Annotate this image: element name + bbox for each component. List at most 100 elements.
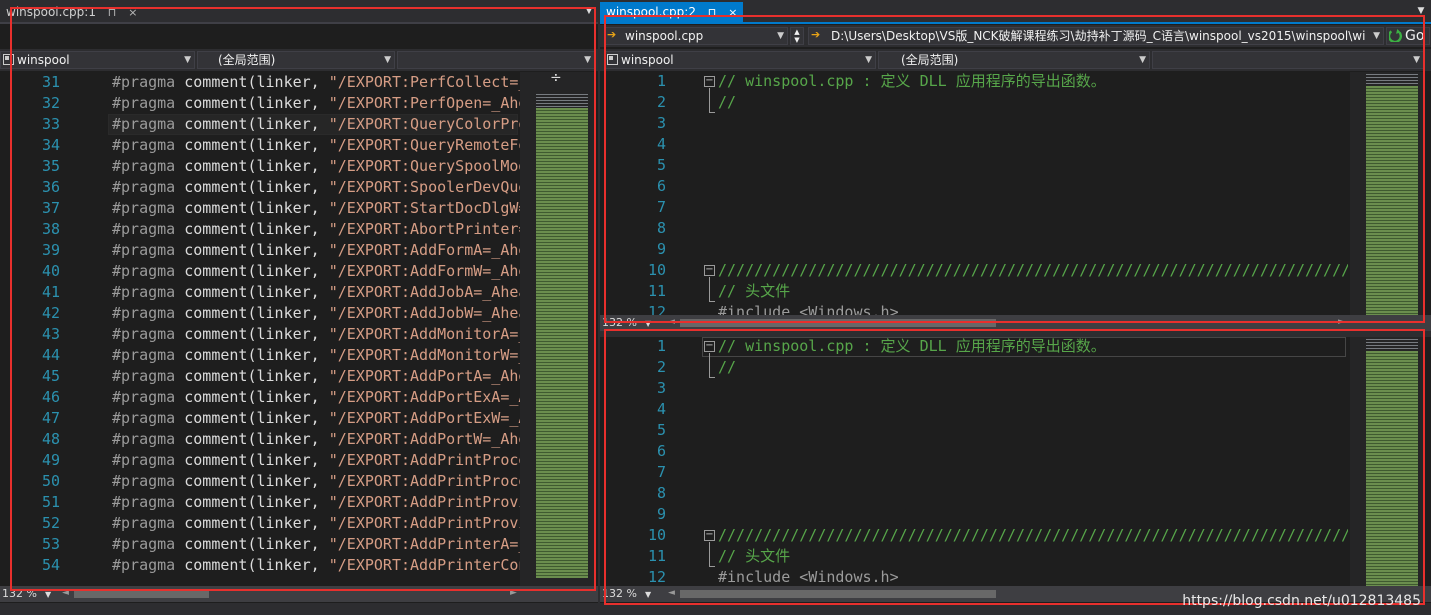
code-line: #pragma comment(linker, "/EXPORT:AddPort… <box>112 408 546 429</box>
right-bottom-overview-map[interactable] <box>1350 337 1424 587</box>
right-top-horizontal-scrollbar[interactable]: 132 % ▼ ◄ ► <box>600 315 1431 331</box>
export-string: "/EXPORT:AddMonitorA=_Ah <box>328 325 546 343</box>
line-number: 52 <box>41 514 60 532</box>
tab-title: winspool.cpp:2 <box>606 5 696 19</box>
fold-guide <box>709 542 710 566</box>
export-string: "/EXPORT:AddPortExA=_Ahe <box>328 388 546 406</box>
pragma-call: comment(linker, <box>184 367 320 385</box>
overview-header-lines <box>536 94 588 108</box>
arrow-right-icon: ➔ <box>811 28 821 41</box>
line-number: 2 <box>656 93 666 111</box>
scope-dropdown[interactable]: (全局范围) ▼ <box>197 51 395 69</box>
code-line: #pragma comment(linker, "/EXPORT:QueryRe… <box>112 135 546 156</box>
code-line: #pragma comment(linker, "/EXPORT:AddJobA… <box>112 282 546 303</box>
left-zoom-level[interactable]: 132 % ▼ <box>2 587 51 602</box>
collapse-icon[interactable]: − <box>704 341 715 352</box>
export-string: "/EXPORT:AddPortA=_Ahead <box>328 367 546 385</box>
tab-underline <box>0 22 598 24</box>
export-string: "/EXPORT:AddFormW=_Ahead <box>328 262 546 280</box>
active-tab-underline <box>600 22 1431 24</box>
preprocessor-directive: #pragma <box>112 157 176 175</box>
pragma-call: comment(linker, <box>184 535 320 553</box>
line-number: 11 <box>647 282 666 300</box>
line-number: 39 <box>41 241 60 259</box>
scroll-right-icon[interactable]: ► <box>510 588 517 598</box>
pin-icon[interactable]: ⊓ <box>108 3 117 23</box>
pragma-call: comment(linker, <box>184 283 320 301</box>
file-spinner[interactable]: ▲ ▼ <box>790 27 804 45</box>
split-handle-icon[interactable]: ÷ <box>550 70 562 86</box>
project-dropdown[interactable]: winspool ▼ <box>604 51 876 69</box>
overview-code-lines <box>1366 86 1418 315</box>
collapse-icon[interactable]: − <box>704 265 715 276</box>
tab-winspool-1[interactable]: winspool.cpp:1 ⊓ × <box>0 2 144 23</box>
code-line: #include <Windows.h> <box>718 568 899 586</box>
line-number: 6 <box>656 177 666 195</box>
collapse-icon[interactable]: − <box>704 76 715 87</box>
path-combo[interactable]: ➔ D:\Users\Desktop\VS版_NCK破解课程练习\劫持补丁源码_… <box>808 27 1384 45</box>
right-bottom-code-editor[interactable]: 1 // winspool.cpp : 定义 DLL 应用程序的导出函数。 2 // 3… <box>600 337 1431 587</box>
fold-guide-end <box>709 377 715 378</box>
pragma-call: comment(linker, <box>184 493 320 511</box>
project-name: winspool <box>621 53 674 67</box>
right-tab-bar: winspool.cpp:2 ⊓ × ▼ <box>600 0 1431 22</box>
tab-list-dropdown-icon[interactable]: ▼ <box>1416 4 1426 18</box>
export-string: "/EXPORT:AddPortExW=_Ahe <box>328 409 546 427</box>
code-line: #pragma comment(linker, "/EXPORT:AddPrin… <box>112 471 546 492</box>
preprocessor-directive: #pragma <box>112 514 176 532</box>
scroll-right-icon[interactable]: ► <box>1338 317 1345 327</box>
scroll-left-icon[interactable]: ◄ <box>62 588 69 598</box>
line-number: 8 <box>656 219 666 237</box>
right-top-zoom-level[interactable]: 132 % ▼ <box>602 316 651 331</box>
arrow-right-icon: ➔ <box>607 28 617 41</box>
left-horizontal-scrollbar[interactable]: 132 % ▼ ◄ ► <box>0 586 598 602</box>
preprocessor-directive: #pragma <box>112 409 176 427</box>
tab-winspool-2[interactable]: winspool.cpp:2 ⊓ × <box>600 2 744 23</box>
pragma-call: comment(linker, <box>184 430 320 448</box>
left-overview-map[interactable] <box>520 72 594 586</box>
export-string: "/EXPORT:SpoolerDevQuery <box>328 178 546 196</box>
tab-list-dropdown-icon[interactable]: ▼ <box>584 4 594 18</box>
export-string: "/EXPORT:AddMonitorW=_Ah <box>328 346 546 364</box>
member-dropdown[interactable]: ▼ <box>1152 51 1424 69</box>
line-number: 10 <box>647 526 666 544</box>
member-dropdown[interactable]: ▼ <box>397 51 595 69</box>
scrollbar-thumb[interactable] <box>680 590 996 598</box>
preprocessor-directive: #pragma <box>112 262 176 280</box>
go-button[interactable]: Go <box>1386 27 1430 45</box>
pragma-call: comment(linker, <box>184 178 320 196</box>
scrollbar-thumb[interactable] <box>680 319 996 327</box>
line-number: 50 <box>41 472 60 490</box>
close-icon[interactable]: × <box>128 3 137 23</box>
file-dropdown[interactable]: ➔ winspool.cpp ▼ <box>604 27 788 45</box>
close-icon[interactable]: × <box>728 3 737 23</box>
line-number: 4 <box>656 400 666 418</box>
tab-title: winspool.cpp:1 <box>6 5 96 19</box>
pragma-call: comment(linker, <box>184 241 320 259</box>
scope-dropdown[interactable]: (全局范围) ▼ <box>878 51 1150 69</box>
export-string: "/EXPORT:AddPrintProvide <box>328 514 546 532</box>
project-dropdown[interactable]: winspool ▼ <box>0 51 195 69</box>
line-number: 34 <box>41 136 60 154</box>
line-number: 5 <box>656 421 666 439</box>
collapse-icon[interactable]: − <box>704 530 715 541</box>
export-string: "/EXPORT:AddPrintProcess <box>328 472 546 490</box>
line-number: 51 <box>41 493 60 511</box>
right-top-overview-map[interactable] <box>1350 72 1424 315</box>
right-bottom-zoom-level[interactable]: 132 % ▼ <box>602 587 651 602</box>
watermark-url: https://blog.csdn.net/u012813485 <box>1182 593 1421 609</box>
code-line: #pragma comment(linker, "/EXPORT:PerfCol… <box>112 72 546 93</box>
scroll-left-icon[interactable]: ◄ <box>668 588 675 598</box>
right-top-code-editor[interactable]: 1 // winspool.cpp : 定义 DLL 应用程序的导出函数。 2 // 3… <box>600 72 1431 321</box>
left-code-editor[interactable]: 31 #pragma comment(linker, "/EXPORT:PerfC… <box>0 70 598 586</box>
fold-guide <box>709 88 710 112</box>
left-tab-bar: winspool.cpp:1 ⊓ × ▼ <box>0 0 598 22</box>
code-line: #pragma comment(linker, "/EXPORT:AddPort… <box>112 387 546 408</box>
pragma-call: comment(linker, <box>184 157 320 175</box>
scroll-left-icon[interactable]: ◄ <box>668 317 675 327</box>
code-line: #pragma comment(linker, "/EXPORT:AddPort… <box>112 366 546 387</box>
line-number: 7 <box>656 463 666 481</box>
scrollbar-thumb[interactable] <box>74 590 209 598</box>
pin-icon[interactable]: ⊓ <box>708 3 717 23</box>
export-string: "/EXPORT:AddPrinterA=_Ah <box>328 535 546 553</box>
